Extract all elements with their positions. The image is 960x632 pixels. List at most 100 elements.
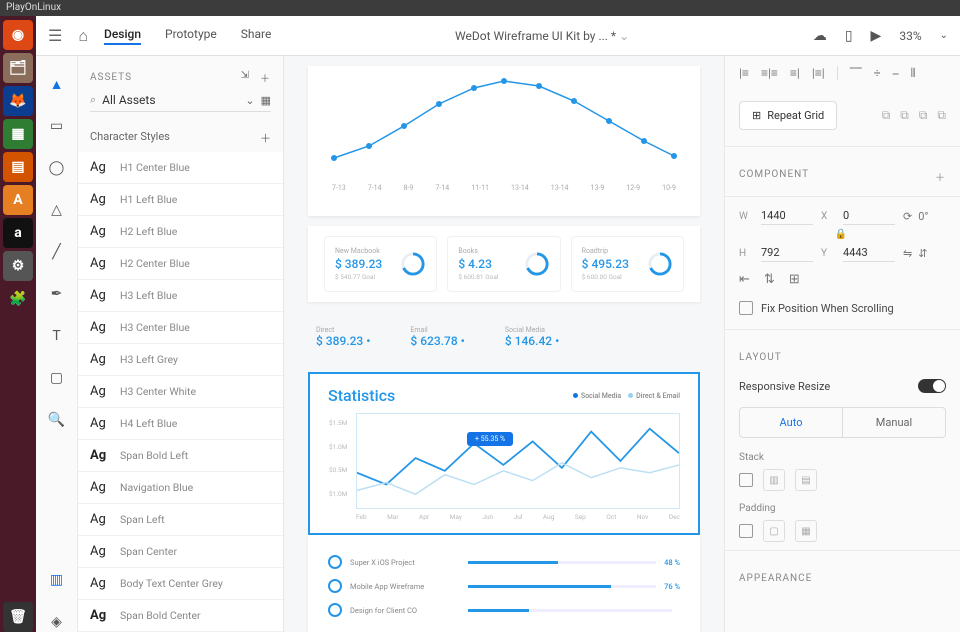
scroll-both-icon[interactable]: ⊞: [789, 272, 800, 287]
exclude-op-icon[interactable]: ⧉: [937, 108, 946, 123]
app-icon[interactable]: 🧩: [3, 284, 33, 314]
artboard-metrics[interactable]: New Macbook$ 389.23$ 540.77 GoalBooks$ 4…: [308, 226, 700, 302]
amazon-icon[interactable]: a: [3, 218, 33, 248]
cloud-icon[interactable]: ☁: [813, 28, 827, 44]
y-input[interactable]: [843, 244, 895, 262]
menu-icon[interactable]: ☰: [48, 26, 62, 45]
character-style-item[interactable]: AgH2 Center Blue: [78, 248, 283, 280]
scroll-none-icon[interactable]: ⇤: [739, 272, 750, 287]
character-style-item[interactable]: AgSpan Center: [78, 536, 283, 568]
pen-tool[interactable]: ✒: [47, 284, 67, 304]
distribute-icon[interactable]: ⫴: [911, 66, 916, 81]
intersect-op-icon[interactable]: ⧉: [919, 108, 928, 123]
canvas[interactable]: 7-137-148-97-1411-1113-1413-1413-912-910…: [284, 56, 724, 632]
rotate-icon[interactable]: ⟳: [903, 210, 912, 223]
add-style-icon[interactable]: ＋: [260, 130, 271, 146]
resize-manual-option[interactable]: Manual: [842, 408, 945, 437]
responsive-resize-toggle[interactable]: [918, 379, 946, 393]
resize-auto-option[interactable]: Auto: [740, 408, 842, 437]
fix-position-checkbox[interactable]: [739, 301, 753, 315]
align-middle-icon[interactable]: ÷: [874, 66, 881, 81]
character-style-item[interactable]: AgH4 Left Blue: [78, 408, 283, 440]
impress-icon[interactable]: ▤: [3, 152, 33, 182]
zoom-tool[interactable]: 🔍: [47, 410, 67, 430]
width-input[interactable]: [761, 207, 813, 225]
home-icon[interactable]: ⌂: [78, 26, 88, 46]
padding-separate-icon[interactable]: ▦: [795, 520, 817, 542]
align-top-icon[interactable]: ⎺: [850, 66, 862, 81]
padding-same-icon[interactable]: ▢: [763, 520, 785, 542]
progress-item[interactable]: Mobile App Wireframe76 %: [328, 579, 680, 593]
progress-item[interactable]: Super X iOS Project48 %: [328, 555, 680, 569]
character-style-item[interactable]: AgH3 Left Blue: [78, 280, 283, 312]
grid-view-icon[interactable]: ▦: [261, 94, 271, 107]
align-bottom-icon[interactable]: ⎯: [893, 66, 899, 81]
character-style-item[interactable]: AgH1 Center Blue: [78, 152, 283, 184]
add-op-icon[interactable]: ⧉: [882, 108, 891, 123]
tab-prototype[interactable]: Prototype: [165, 27, 217, 45]
files-icon[interactable]: 🗂: [3, 53, 33, 83]
character-style-item[interactable]: AgH3 Left Grey: [78, 344, 283, 376]
link-assets-icon[interactable]: ⇲: [241, 70, 250, 85]
stack-vertical-icon[interactable]: ▥: [763, 469, 785, 491]
align-right-icon[interactable]: ≡|: [790, 66, 800, 81]
character-style-item[interactable]: AgSpan Left: [78, 504, 283, 536]
metric-card[interactable]: Roadtrip$ 495.23$ 600.00 Goal: [571, 236, 684, 292]
height-input[interactable]: [761, 244, 813, 262]
metric-card[interactable]: New Macbook$ 389.23$ 540.77 Goal: [324, 236, 437, 292]
rectangle-tool[interactable]: ▭: [47, 116, 67, 136]
text-tool[interactable]: T: [47, 326, 67, 346]
align-center-h-icon[interactable]: ≡|≡: [761, 66, 778, 81]
artboard-progress[interactable]: Super X iOS Project48 % Mobile App Wirefr…: [308, 535, 700, 632]
add-component-icon[interactable]: ＋: [935, 169, 946, 184]
scroll-vertical-icon[interactable]: ⇅: [764, 272, 775, 287]
ellipse-tool[interactable]: ◯: [47, 158, 67, 178]
zoom-level[interactable]: 33%: [899, 29, 921, 43]
resize-mode-segment[interactable]: Auto Manual: [739, 407, 946, 438]
artboard-statistics-selected[interactable]: Statistics Social Media Direct & Email $…: [308, 372, 700, 535]
character-style-item[interactable]: AgSpan Bold Center: [78, 600, 283, 632]
flip-v-icon[interactable]: ⇵: [918, 247, 927, 260]
x-input[interactable]: [843, 207, 895, 225]
document-title[interactable]: WeDot Wireframe UI Kit by ... * ⌄: [287, 29, 797, 43]
repeat-grid-button[interactable]: ⊞ Repeat Grid: [739, 101, 837, 130]
software-icon[interactable]: A: [3, 185, 33, 215]
polygon-tool[interactable]: △: [47, 200, 67, 220]
character-style-item[interactable]: AgH1 Left Blue: [78, 184, 283, 216]
align-left-icon[interactable]: |≡: [739, 66, 749, 81]
flip-h-icon[interactable]: ⇋: [903, 247, 912, 260]
firefox-icon[interactable]: 🦊: [3, 86, 33, 116]
calc-icon[interactable]: ▦: [3, 119, 33, 149]
assets-search[interactable]: ⌕ All Assets ⌄ ▦: [90, 93, 271, 112]
padding-checkbox[interactable]: [739, 524, 753, 538]
subtract-op-icon[interactable]: ⧉: [900, 108, 909, 123]
align-justify-icon[interactable]: |≡|: [812, 66, 825, 81]
progress-item[interactable]: Design for Client CO: [328, 603, 680, 617]
character-style-item[interactable]: AgBody Text Center Grey: [78, 568, 283, 600]
character-style-item[interactable]: AgH2 Left Blue: [78, 216, 283, 248]
artboard-line-chart[interactable]: 7-137-148-97-1411-1113-1413-1413-912-910…: [308, 66, 700, 216]
tab-design[interactable]: Design: [104, 27, 141, 45]
settings-icon[interactable]: ⚙: [3, 251, 33, 281]
assets-icon[interactable]: ▥: [47, 570, 67, 590]
add-asset-icon[interactable]: ＋: [260, 70, 271, 85]
stack-horizontal-icon[interactable]: ▤: [795, 469, 817, 491]
tab-share[interactable]: Share: [241, 27, 272, 45]
artboard-tool[interactable]: ▢: [47, 368, 67, 388]
artboard-totals[interactable]: Direct$ 389.23 •Email$ 623.78 •Social Me…: [308, 312, 700, 362]
character-style-item[interactable]: AgH3 Center White: [78, 376, 283, 408]
lock-aspect-icon[interactable]: 🔒: [739, 229, 943, 240]
ubuntu-dash-icon[interactable]: ◉: [3, 20, 33, 50]
layers-icon[interactable]: ◈: [47, 612, 67, 632]
line-tool[interactable]: ╱: [47, 242, 67, 262]
character-style-item[interactable]: AgSpan Bold Left: [78, 440, 283, 472]
play-icon[interactable]: ▶: [871, 28, 882, 44]
mobile-preview-icon[interactable]: ▯: [845, 28, 853, 44]
stack-checkbox[interactable]: [739, 473, 753, 487]
metric-card[interactable]: Books$ 4.23$ 600.81 Goal: [447, 236, 560, 292]
zoom-chevron-icon[interactable]: ⌄: [940, 30, 948, 41]
trash-icon[interactable]: 🗑: [3, 602, 33, 632]
align-controls[interactable]: |≡ ≡|≡ ≡| |≡| ⎺ ÷ ⎯ ⫴: [739, 66, 916, 81]
character-style-item[interactable]: AgNavigation Blue: [78, 472, 283, 504]
character-style-item[interactable]: AgH3 Center Blue: [78, 312, 283, 344]
